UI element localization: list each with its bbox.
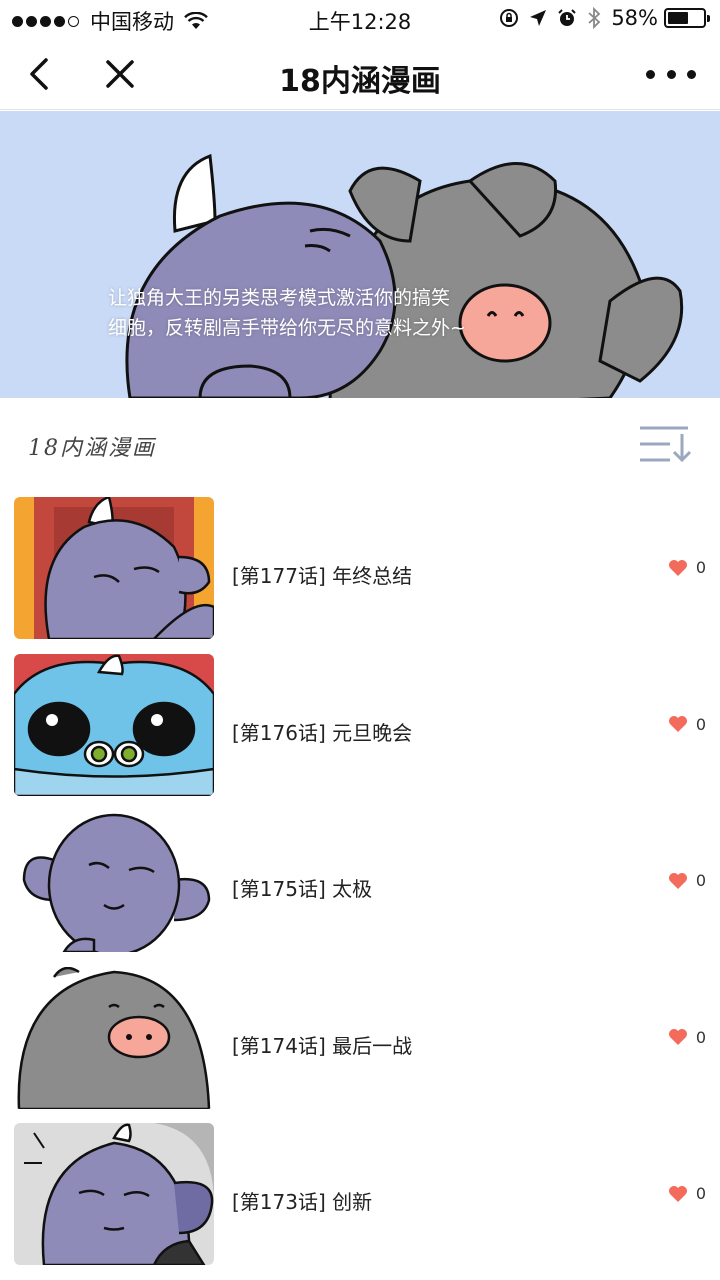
more-dot — [666, 69, 676, 79]
status-right: 58% — [489, 6, 710, 30]
unicorn-meditate-thumbnail-image — [14, 1123, 214, 1265]
nav-bar: 18内涵漫画 — [0, 38, 720, 110]
banner[interactable]: 让独角大王的另类思考模式激活你的搞笑细胞，反转剧高手带给你无尽的意料之外~ — [0, 111, 720, 398]
episode-title: [第177话] 年终总结 — [232, 564, 413, 588]
heart-icon — [668, 872, 687, 889]
episode-row[interactable]: [第175话] 太极 0 — [0, 807, 720, 964]
episode-title: [第174话] 最后一战 — [232, 1033, 413, 1058]
location-icon — [530, 10, 547, 26]
like-counter[interactable]: 0 — [668, 558, 706, 577]
episode-thumbnail — [14, 653, 214, 796]
like-count: 0 — [695, 1184, 706, 1203]
close-button[interactable] — [98, 52, 142, 96]
like-counter[interactable]: 0 — [668, 871, 706, 890]
like-counter[interactable]: 0 — [668, 715, 706, 734]
episode-thumbnail — [14, 966, 214, 1109]
unicorn-face-thumbnail-image — [14, 810, 214, 952]
episode-row[interactable]: [第173话] 创新 0 — [0, 1120, 720, 1277]
episode-title: [第176话] 元旦晚会 — [232, 720, 413, 745]
like-count: 0 — [695, 558, 706, 577]
battery-icon — [664, 8, 710, 28]
episode-list: [第177话] 年终总结 0 [第176话] 元旦晚会 0 [第175话] 太极… — [0, 494, 720, 1277]
episode-thumbnail — [14, 1123, 214, 1265]
like-count: 0 — [695, 714, 706, 734]
battery-fill — [668, 12, 688, 24]
back-button[interactable] — [20, 52, 64, 96]
more-dot — [687, 69, 696, 79]
close-icon — [106, 60, 134, 88]
more-dot — [646, 69, 655, 79]
like-count: 0 — [695, 871, 706, 890]
chevron-left-icon — [30, 58, 48, 90]
battery-percent: 58% — [611, 6, 658, 30]
episode-title: [第175话] 太极 — [232, 877, 373, 901]
like-count: 0 — [695, 1027, 706, 1047]
heart-icon — [668, 716, 687, 732]
heart-icon — [668, 559, 687, 576]
banner-description: 让独角大王的另类思考模式激活你的搞笑细胞，反转剧高手带给你无尽的意料之外~ — [108, 287, 466, 339]
alarm-icon — [558, 9, 577, 26]
orientation-lock-icon — [500, 9, 519, 27]
episode-title: [第173话] 创新 — [232, 1190, 373, 1214]
episode-row[interactable]: [第174话] 最后一战 0 — [0, 964, 720, 1121]
episode-row[interactable]: [第177话] 年终总结 0 — [0, 494, 720, 651]
heart-icon — [668, 1185, 687, 1202]
episode-thumbnail — [14, 810, 214, 952]
episode-thumbnail — [14, 497, 214, 639]
bluetooth-icon — [588, 7, 601, 29]
dragon-thumbnail-image — [14, 653, 214, 796]
like-counter[interactable]: 0 — [668, 1028, 706, 1047]
unicorn-thumbnail-image — [14, 497, 214, 639]
series-logo: 18内涵漫画 — [28, 436, 156, 461]
sort-button[interactable] — [638, 424, 694, 464]
episode-row[interactable]: [第176话] 元旦晚会 0 — [0, 651, 720, 808]
more-button[interactable] — [646, 52, 696, 96]
pig-thumbnail-image — [14, 966, 214, 1109]
status-bar: 中国移动 上午12:28 58% — [0, 0, 720, 38]
heart-icon — [668, 1029, 687, 1045]
sort-icon — [640, 426, 692, 463]
like-counter[interactable]: 0 — [668, 1184, 706, 1203]
banner-illustration — [125, 153, 684, 398]
section-header: 18内涵漫画 — [0, 398, 720, 494]
